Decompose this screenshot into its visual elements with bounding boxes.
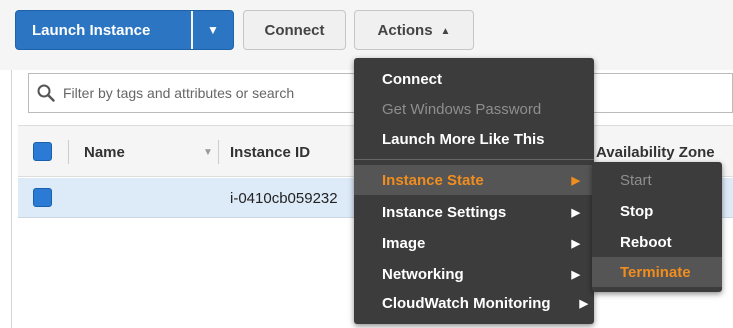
menu-item-label: Stop xyxy=(620,202,654,220)
submenu-arrow-icon: ▶ xyxy=(571,237,580,250)
menu-item-get-windows-password: Get Windows Password xyxy=(354,94,594,124)
menu-item-networking[interactable]: Networking ▶ xyxy=(354,259,594,289)
menu-item-reboot[interactable]: Reboot xyxy=(592,227,722,257)
launch-instance-label: Launch Instance xyxy=(32,21,151,39)
menu-item-label: Terminate xyxy=(620,263,691,281)
search-icon xyxy=(29,74,63,112)
menu-item-label: Reboot xyxy=(620,233,672,251)
frame-border xyxy=(11,70,12,328)
menu-item-label: Start xyxy=(620,171,652,189)
menu-item-label: CloudWatch Monitoring xyxy=(382,294,551,312)
sort-caret-icon[interactable]: ▼ xyxy=(203,126,213,178)
connect-button[interactable]: Connect xyxy=(243,10,346,50)
menu-item-label: Image xyxy=(382,234,426,252)
submenu-arrow-icon: ▶ xyxy=(571,268,580,281)
menu-item-label: Instance State xyxy=(382,171,484,189)
menu-item-stop[interactable]: Stop xyxy=(592,196,722,226)
submenu-arrow-icon: ▶ xyxy=(571,206,580,219)
filter-input[interactable] xyxy=(63,85,363,101)
menu-item-instance-state[interactable]: Instance State ▶ xyxy=(354,165,594,195)
select-all-checkbox[interactable] xyxy=(33,142,52,161)
launch-instance-button[interactable]: Launch Instance ▼ xyxy=(15,10,234,50)
submenu-arrow-icon: ▶ xyxy=(579,297,588,310)
menu-item-connect[interactable]: Connect xyxy=(354,64,594,94)
menu-item-label: Connect xyxy=(382,70,442,88)
menu-item-start: Start xyxy=(592,165,722,195)
launch-dropdown-toggle[interactable]: ▼ xyxy=(191,11,233,49)
column-header-name[interactable]: Name xyxy=(84,126,125,178)
menu-separator xyxy=(354,159,594,160)
chevron-up-icon: ▲ xyxy=(440,25,451,37)
menu-item-label: Get Windows Password xyxy=(382,100,542,118)
column-divider xyxy=(68,140,69,164)
menu-item-label: Instance Settings xyxy=(382,203,507,221)
column-divider xyxy=(218,140,219,164)
menu-item-instance-settings[interactable]: Instance Settings ▶ xyxy=(354,197,594,227)
menu-item-cloudwatch-monitoring[interactable]: CloudWatch Monitoring ▶ xyxy=(354,288,594,318)
menu-item-label: Launch More Like This xyxy=(382,130,545,148)
row-checkbox[interactable] xyxy=(33,188,52,207)
menu-item-label: Networking xyxy=(382,265,464,283)
connect-label: Connect xyxy=(264,21,325,39)
actions-label: Actions xyxy=(377,21,433,39)
column-header-instance-id[interactable]: Instance ID xyxy=(230,126,310,178)
instance-state-submenu: Start Stop Reboot Terminate xyxy=(592,162,722,292)
menu-item-image[interactable]: Image ▶ xyxy=(354,228,594,258)
actions-menu: Connect Get Windows Password Launch More… xyxy=(354,58,594,324)
actions-button[interactable]: Actions ▲ xyxy=(354,10,474,50)
menu-item-launch-more-like-this[interactable]: Launch More Like This xyxy=(354,124,594,154)
submenu-arrow-icon: ▶ xyxy=(571,174,580,187)
menu-item-terminate[interactable]: Terminate xyxy=(592,257,722,287)
row-instance-id: i-0410cb059232 xyxy=(230,189,338,207)
chevron-down-icon: ▼ xyxy=(207,23,219,37)
